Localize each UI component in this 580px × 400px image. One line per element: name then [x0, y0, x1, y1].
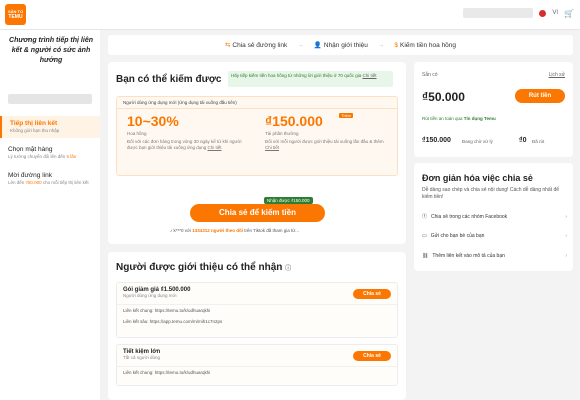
temu-logo[interactable]: SẢN TỐ TEMU: [5, 4, 26, 25]
offer-card: Gói giảm giá ₫1.500.000 Người dùng ứng dụ…: [116, 282, 398, 338]
earn-title: Bạn có thể kiếm được: [116, 74, 222, 85]
chevron-right-icon: ›: [565, 253, 567, 259]
cta-badge: Nhận được ₫150.000: [264, 197, 313, 204]
balance-card: Sẵn có Lịch sử ₫50.000 Rút tiền Rút tiền…: [414, 62, 573, 157]
offer-card: Tiết kiệm lớn Tất cả người dùng Chia sẻ L…: [116, 344, 398, 386]
step-arrow-icon: →: [297, 41, 304, 49]
reward-details-link[interactable]: Chi tiết: [265, 145, 279, 150]
referred-title: Người được giới thiệu có thể nhận ⓘ: [116, 262, 292, 273]
share-facebook-row[interactable]: ⓕ Chia sẻ trong các nhóm Facebook ›: [422, 213, 567, 221]
commission-desc: Đối với các đơn hàng trong vòng 30 ngày …: [127, 139, 242, 150]
tiktok-icon: ♪: [170, 228, 173, 233]
share-title: Đơn giản hóa việc chia sẻ: [422, 173, 533, 183]
reward-value: ₫150.000: [265, 113, 323, 129]
share-friends-row[interactable]: ▭ Gửi cho bạn bè của bạn ›: [422, 233, 567, 239]
top-right-area: VI 🛒: [463, 8, 574, 18]
step-commission: $ Kiếm tiền hoa hồng: [394, 41, 457, 49]
share-to-earn-button[interactable]: Chia sẻ để kiếm tiền: [190, 204, 325, 222]
example-box: Người dùng ứng dụng mới (ứng dụng tải xu…: [116, 96, 398, 176]
paid-amount: ₫0: [519, 137, 527, 144]
banner-details-link[interactable]: Chi tiết: [362, 73, 376, 78]
earn-card: Bạn có thể kiếm được Hãy tiếp kiếm tiền …: [108, 62, 406, 244]
offer-sub: Tất cả người dùng: [123, 355, 160, 360]
sidebar-item-label: Tiếp thị liên kết: [10, 120, 58, 127]
chevron-right-icon: ›: [565, 213, 567, 220]
commission-value: 10~30%: [127, 113, 179, 129]
share-bio-row[interactable]: ⛓ Thêm liên kết vào mô tả của bạn ›: [422, 253, 567, 259]
language-label[interactable]: VI: [552, 10, 558, 16]
reward-label: Tài phần thưởng: [265, 131, 299, 136]
share-link-icon: ⇆: [224, 42, 231, 49]
flag-icon: [539, 9, 547, 17]
facebook-icon: ⓕ: [422, 214, 428, 220]
sidebar-item-invite-link[interactable]: Mời đường link Lên đến ₫50.000 cho mỗi t…: [0, 168, 100, 190]
step-arrow-icon: →: [377, 41, 385, 49]
step-share: ⇆ Chia sẻ đường link: [224, 42, 288, 49]
offer-link[interactable]: Liên kết chung: https://temu.to/k/udhuar…: [117, 367, 397, 378]
cart-icon[interactable]: 🛒: [564, 9, 574, 18]
chat-icon: ▭: [422, 233, 427, 239]
sidebar-item-label: Chọn mặt hàng: [8, 146, 53, 153]
secure-note: Rút tiền an toàn qua Tín dụng Temu: [422, 116, 496, 121]
sidebar-title: Chương trình tiếp thị liên kết & người c…: [9, 37, 93, 64]
offer-share-button[interactable]: Chia sẻ: [353, 351, 391, 361]
share-desc: Dễ dàng sao chép và chia sẻ nội dung! Cá…: [422, 187, 560, 200]
referral-note: ♪ k***0 với 1334312 người theo dõi trên …: [170, 228, 300, 233]
countries-banner: Hãy tiếp kiếm tiền hoa hồng từ những lời…: [228, 71, 393, 87]
sidebar-item-sub: Không giới hạn thu nhập: [10, 128, 60, 133]
offer-share-button[interactable]: Chia sẻ: [353, 289, 391, 299]
sidebar-item-affiliate[interactable]: Tiếp thị liên kết Không giới hạn thu nhậ…: [0, 116, 100, 138]
link-icon: ⛓: [422, 253, 429, 259]
balance-amount: ₫50.000: [422, 90, 465, 104]
reward-tag: Thêm: [339, 113, 354, 118]
sidebar-user-blur: [8, 94, 92, 104]
pending-amount: ₫150.000: [422, 137, 451, 144]
sidebar-item-sub: Lên đến ₫50.000 cho mỗi tiếp thị liên kế…: [8, 180, 89, 185]
steps-bar: ⇆ Chia sẻ đường link → 👤 Nhận giới thiệu →…: [108, 35, 573, 55]
sidebar-item-sub: Lý tưởng chuyển đổi lên đến 5 lần: [8, 154, 77, 159]
sidebar: Chương trình tiếp thị liên kết & người c…: [0, 30, 100, 400]
commission-details-link[interactable]: Chi tiết: [208, 145, 222, 150]
offer-sub: Người dùng ứng dụng mới: [123, 293, 177, 298]
account-blur[interactable]: [463, 8, 534, 18]
money-icon: $: [394, 41, 399, 49]
example-head: Người dùng ứng dụng mới (ứng dụng tải xu…: [117, 97, 397, 109]
referred-card: Người được giới thiệu có thể nhận ⓘ Gói …: [108, 252, 406, 400]
available-label: Sẵn có: [422, 72, 438, 78]
offer-link[interactable]: Liên kết chung: https://temu.to/k/udhuar…: [117, 305, 397, 316]
user-icon: 👤: [313, 42, 322, 49]
withdraw-button[interactable]: Rút tiền: [515, 89, 565, 103]
top-bar: SẢN TỐ TEMU VI 🛒: [0, 0, 580, 30]
pending-label: Đang chờ xử lý: [462, 139, 493, 144]
info-icon: ⓘ: [285, 266, 292, 272]
commission-label: Hoa hồng: [127, 131, 147, 136]
chevron-right-icon: ›: [565, 233, 567, 239]
sidebar-item-choose-products[interactable]: Chọn mặt hàng Lý tưởng chuyển đổi lên đế…: [0, 142, 100, 164]
history-link[interactable]: Lịch sử: [549, 72, 565, 78]
step-referral: 👤 Nhận giới thiệu: [313, 42, 368, 49]
reward-desc: Đối với mỗi người được giới thiệu tải xu…: [265, 139, 384, 150]
paid-label: Đã rút: [532, 139, 545, 144]
share-card: Đơn giản hóa việc chia sẻ Dễ dàng sao ch…: [414, 163, 573, 271]
sidebar-item-label: Mời đường link: [8, 172, 52, 179]
offer-deep-link[interactable]: Liên kết sâu: https://app.temu.com/m/mih…: [117, 316, 397, 327]
